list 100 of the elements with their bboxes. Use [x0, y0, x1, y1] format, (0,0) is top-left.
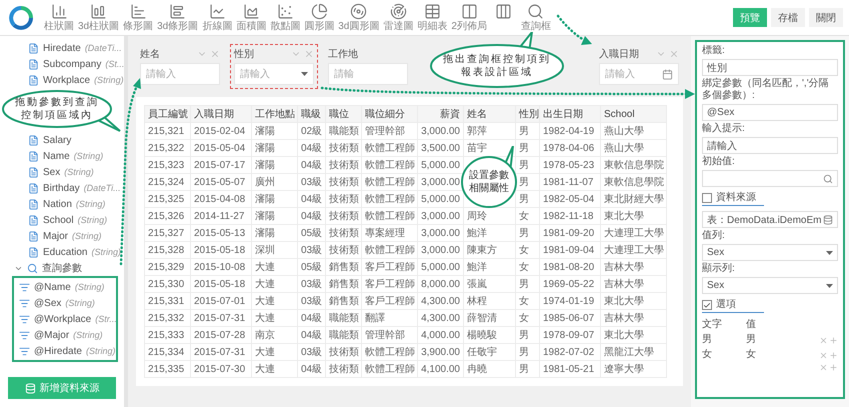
table-cell: 8,000.00: [418, 276, 464, 292]
table-cell: 技術類: [326, 360, 362, 378]
add-icon[interactable]: [829, 336, 838, 344]
field-name[interactable]: Subcompany: [43, 58, 102, 70]
delete-icon[interactable]: [819, 336, 828, 344]
input-field[interactable]: 請輸入: [140, 63, 220, 85]
field-name[interactable]: Education: [43, 246, 88, 258]
bar-chart-icon: [130, 3, 147, 20]
toolbar-button[interactable]: 2列佈局: [449, 0, 489, 35]
checkbox-label: 資料來源: [716, 192, 756, 204]
action-button[interactable]: 關閉: [809, 8, 843, 27]
field-name[interactable]: Nation: [43, 198, 72, 210]
table-cell: 215,326: [144, 208, 190, 224]
toolbar-button[interactable]: 明細表: [415, 0, 450, 35]
table-cell: 215,332: [144, 310, 190, 326]
column-header[interactable]: 職級: [298, 106, 326, 122]
table-cell: 吉林大學: [600, 276, 666, 292]
select-field[interactable]: Sex: [702, 244, 838, 261]
field-name[interactable]: @Major: [34, 330, 70, 340]
field-name[interactable]: @Name: [34, 282, 71, 292]
filter-control[interactable]: 性別 請輸入: [230, 44, 318, 89]
field-name[interactable]: @Workplace: [34, 314, 92, 324]
table-cell: 1985-06-07: [540, 310, 600, 326]
datasource-field[interactable]: 表：DemoData.iDemoEm: [702, 211, 838, 228]
field-name[interactable]: Sex: [43, 166, 60, 178]
field-type: (Str...: [95, 314, 117, 324]
table-cell: 04級: [298, 156, 326, 174]
filter-control[interactable]: 姓名 請輸入: [136, 44, 224, 89]
action-button[interactable]: 存檔: [771, 8, 805, 27]
toolbar-button[interactable]: 3d圓形圖: [336, 0, 382, 35]
input-field[interactable]: @Sex: [702, 104, 838, 121]
toolbar-button[interactable]: 散點圖: [268, 0, 302, 35]
column-header[interactable]: School: [600, 106, 666, 122]
field-type: (String): [64, 167, 94, 177]
field-name[interactable]: Birthday: [43, 182, 80, 194]
table-cell: 1982-05-04: [540, 190, 600, 208]
column-header[interactable]: 出生日期: [540, 106, 600, 122]
table-cell: 東北大學: [600, 208, 666, 224]
field-name[interactable]: Workplace: [43, 74, 90, 86]
toolbar-button[interactable]: 柱狀圖: [42, 0, 76, 35]
add-icon[interactable]: [829, 363, 838, 372]
toolbar-button[interactable]: 條形圖: [121, 0, 156, 35]
column-header[interactable]: 員工編號: [144, 106, 190, 122]
field-name[interactable]: @Sex: [34, 298, 62, 308]
table-cell: 吉林大學: [600, 258, 666, 276]
checkbox[interactable]: [702, 300, 712, 310]
input-field[interactable]: 性別: [702, 59, 838, 76]
close-icon[interactable]: [210, 49, 220, 59]
table-cell: 1974-01-19: [540, 292, 600, 310]
column-header[interactable]: 職位細分: [362, 106, 418, 122]
column-header[interactable]: 入職日期: [190, 106, 252, 122]
input-field[interactable]: 請輸入: [702, 137, 838, 154]
table-cell: 4,000.00: [418, 326, 464, 344]
table-cell: 大連理工大學: [600, 242, 666, 258]
field-name[interactable]: School: [43, 214, 74, 226]
column-header[interactable]: 工作地點: [252, 106, 298, 122]
table-cell: 大連: [252, 344, 298, 360]
column-header[interactable]: 薪資: [418, 106, 464, 122]
toolbar-button[interactable]: 折線圖: [200, 0, 234, 35]
table-cell: 管理幹部: [362, 122, 418, 140]
table-cell: 2015-05-07: [190, 174, 252, 190]
filter-control[interactable]: 工作地 請輸: [324, 44, 412, 89]
table-cell: 技術類: [326, 344, 362, 360]
tree-group-label[interactable]: 查詢參數: [42, 261, 82, 275]
toolbar-button[interactable]: 雷達圖: [381, 0, 416, 35]
column-header[interactable]: 性別: [516, 106, 540, 122]
field-name[interactable]: Salary: [43, 134, 72, 146]
table-cell: 男: [516, 276, 540, 292]
table-cell: 管理幹部: [362, 326, 418, 344]
filter-icon: [19, 282, 30, 292]
toolbar-button[interactable]: 查詢框: [518, 0, 553, 35]
dropdown-arrow-icon: [826, 250, 833, 254]
search-field[interactable]: [702, 170, 838, 187]
toolbar-button[interactable]: 圓形圖: [302, 0, 336, 35]
close-icon[interactable]: [669, 49, 679, 59]
delete-icon[interactable]: [819, 363, 828, 372]
field-type: (String): [94, 75, 124, 85]
toolbar-button[interactable]: 面積圖: [234, 0, 268, 35]
close-icon[interactable]: [304, 49, 314, 59]
toolbar-button[interactable]: 3d條形圖: [155, 0, 200, 35]
filter-control[interactable]: 入職日期 請輸入: [595, 44, 683, 89]
checkbox[interactable]: [702, 193, 712, 203]
field-name[interactable]: Name: [43, 150, 70, 162]
field-name[interactable]: @Hiredate: [34, 346, 82, 356]
field-name[interactable]: Major: [43, 230, 68, 242]
table-cell: 技術類: [326, 224, 362, 242]
table-cell: 215,321: [144, 122, 190, 140]
document-icon: [28, 150, 39, 162]
select-field[interactable]: Sex: [702, 277, 838, 294]
table-cell: 客戶工程師: [362, 258, 418, 276]
table-cell: 4,300.00: [418, 292, 464, 310]
input-field[interactable]: 請輸: [328, 63, 408, 85]
field-type: (String): [91, 247, 121, 257]
column-header[interactable]: 姓名: [464, 106, 516, 122]
column-header[interactable]: 職位: [326, 106, 362, 122]
toolbar-button[interactable]: 3d柱狀圖: [76, 0, 122, 35]
delete-icon[interactable]: [819, 350, 828, 360]
table-cell: 2015-04-08: [190, 190, 252, 208]
add-icon[interactable]: [829, 350, 838, 360]
field-name[interactable]: Hiredate: [43, 42, 81, 54]
